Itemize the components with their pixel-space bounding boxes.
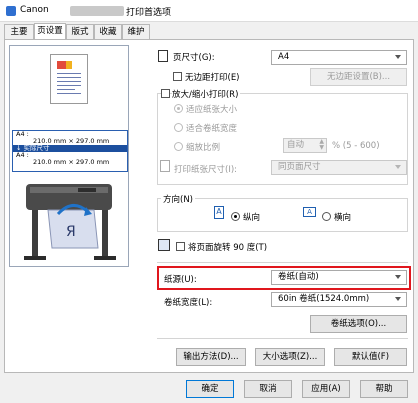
preview-image-block <box>57 61 66 69</box>
output-size-dims: 210.0 mm × 297.0 mm <box>33 158 110 166</box>
orientation-label: 方向(N) <box>161 193 195 205</box>
scale-range-label: % (5 - 600) <box>332 141 380 151</box>
scale-value-stepper[interactable]: 自动 ▲ ▼ <box>283 138 327 153</box>
tab-main[interactable]: 主要 <box>4 24 34 39</box>
paper-source-select[interactable]: 卷纸(自动) <box>271 270 407 285</box>
tab-layout[interactable]: 版式 <box>66 24 94 39</box>
help-button[interactable]: 帮助 <box>360 380 408 398</box>
print-paper-size-value: 同页面尺寸 <box>278 162 321 172</box>
print-paper-size-select[interactable]: 同页面尺寸 <box>271 160 407 175</box>
preview-text-line <box>57 81 81 82</box>
preview-text-line <box>57 73 81 74</box>
printing-preferences-window: Canon 打印首选项 主要 页设置 版式 收藏 维护 A4 : 210.0 m… <box>0 0 418 403</box>
window-title: 打印首选项 <box>126 8 172 18</box>
scaling-label: 放大/缩小打印(R) <box>172 88 241 100</box>
ok-button[interactable]: 确定 <box>186 380 234 398</box>
redacted-model-name <box>70 6 124 16</box>
portrait-label: 纵向 <box>243 213 261 223</box>
landscape-radio[interactable] <box>322 212 331 221</box>
scaling-checkbox[interactable] <box>161 89 170 98</box>
page-size-select[interactable]: A4 <box>271 50 407 65</box>
apply-button[interactable]: 应用(A) <box>302 380 350 398</box>
cancel-button[interactable]: 取消 <box>244 380 292 398</box>
size-info-box: A4 : 210.0 mm × 297.0 mm ↓ 实际尺寸 A4 : 210… <box>12 130 128 172</box>
preview-text-line <box>57 89 75 90</box>
scaling-ratio-radio[interactable] <box>174 142 183 151</box>
window-title-brand: Canon <box>20 5 49 15</box>
scaling-ratio-label: 缩放比例 <box>186 143 221 153</box>
print-paper-size-label: 打印纸张尺寸(I): <box>174 165 238 175</box>
chevron-down-icon <box>395 297 401 301</box>
borderless-settings-button[interactable]: 无边距设置(B)... <box>310 68 407 86</box>
print-size-icon <box>160 160 170 172</box>
tab-favorites[interactable]: 收藏 <box>94 24 122 39</box>
chevron-down-icon <box>395 165 401 169</box>
portrait-icon: A <box>214 206 224 219</box>
borderless-checkbox[interactable] <box>173 72 182 81</box>
rotate-90-label: 将页面旋转 90 度(T) <box>188 243 268 253</box>
roll-width-value: 60in 卷纸(1524.0mm) <box>278 294 370 304</box>
title-bar: Canon 打印首选项 <box>0 0 418 22</box>
roll-width-select[interactable]: 60in 卷纸(1524.0mm) <box>271 292 407 307</box>
fit-paper-radio[interactable] <box>174 104 183 113</box>
roll-options-button[interactable]: 卷纸选项(O)... <box>310 315 407 333</box>
preview-pane: A4 : 210.0 mm × 297.0 mm ↓ 实际尺寸 A4 : 210… <box>9 45 129 267</box>
preview-text-line <box>57 77 81 78</box>
paper-source-label: 纸源(U): <box>164 275 197 285</box>
output-method-button[interactable]: 输出方法(D)... <box>176 348 246 366</box>
large-format-printer-illustration: Я <box>24 184 116 260</box>
preview-image-block <box>66 61 72 69</box>
rotate-90-checkbox[interactable] <box>176 242 185 251</box>
fit-paper-label: 适应纸张大小 <box>186 105 238 115</box>
landscape-label: 横向 <box>334 213 352 223</box>
roll-width-label: 卷纸宽度(L): <box>164 298 213 308</box>
page-size-value: A4 <box>278 52 290 62</box>
paper-source-value: 卷纸(自动) <box>278 272 319 282</box>
chevron-down-icon <box>395 275 401 279</box>
portrait-radio[interactable] <box>231 212 240 221</box>
page-size-icon <box>158 50 168 62</box>
preview-text-line <box>57 85 81 86</box>
size-options-button[interactable]: 大小选项(Z)... <box>255 348 325 366</box>
tab-page-setup[interactable]: 页设置 <box>34 23 66 40</box>
stepper-icon: ▲ ▼ <box>319 138 324 151</box>
borderless-label: 无边距打印(E) <box>185 73 240 83</box>
scale-value: 自动 <box>287 140 305 150</box>
actual-size-row: ↓ 实际尺寸 <box>13 145 127 152</box>
svg-text:Я: Я <box>66 224 76 240</box>
rotate-page-icon <box>158 239 170 251</box>
tab-maintenance[interactable]: 维护 <box>122 24 150 39</box>
landscape-icon: A <box>303 207 316 217</box>
chevron-down-icon <box>395 55 401 59</box>
printer-app-icon <box>6 6 16 16</box>
fit-roll-width-label: 适合卷纸宽度 <box>186 124 238 134</box>
divider <box>157 262 408 263</box>
divider <box>157 338 408 339</box>
fit-roll-width-radio[interactable] <box>174 123 183 132</box>
paper-preview <box>50 54 88 104</box>
preview-text-line <box>57 93 81 94</box>
page-size-label: 页尺寸(G): <box>173 53 215 63</box>
defaults-button[interactable]: 默认值(F) <box>334 348 407 366</box>
